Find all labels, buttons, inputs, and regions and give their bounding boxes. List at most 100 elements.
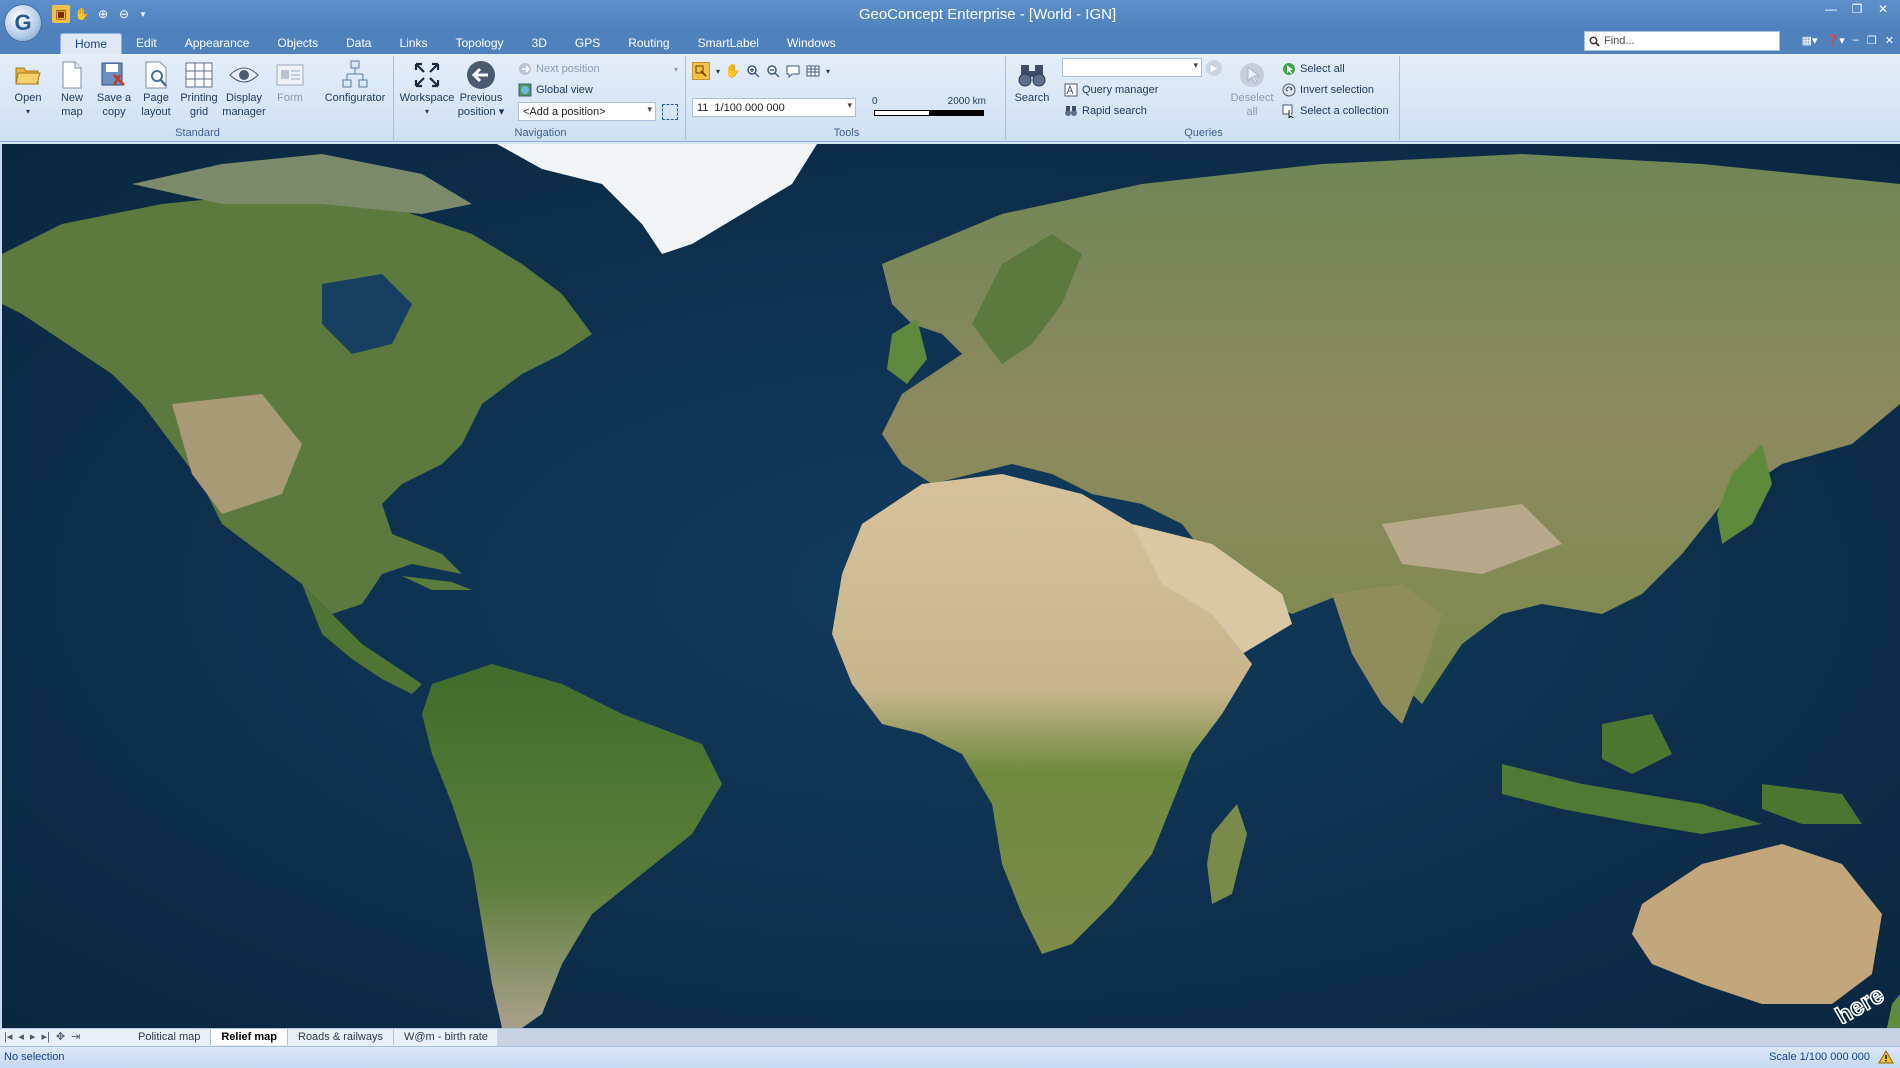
doc-minimize-icon[interactable]: – — [1853, 34, 1859, 47]
deselect-all-label-2: all — [1246, 106, 1258, 118]
new-map-button[interactable]: New map — [50, 60, 94, 118]
pan-hand-icon[interactable]: ✋ — [725, 63, 741, 78]
search-icon — [1589, 36, 1600, 47]
sheet-roads-railways[interactable]: Roads & railways — [288, 1029, 394, 1045]
group-label-queries: Queries — [1184, 127, 1223, 139]
open-button[interactable]: Open ▾ — [6, 60, 50, 118]
run-query-icon[interactable]: ▶ — [1206, 60, 1222, 76]
workspace-button[interactable]: Workspace ▾ — [400, 60, 454, 118]
invert-selection-icon — [1282, 83, 1296, 97]
window-title: GeoConcept Enterprise - [World - IGN] — [858, 6, 1117, 23]
ribbon: Open ▾ New map Save a copy Page layout P… — [0, 54, 1900, 142]
next-sheet-icon[interactable]: ▸ — [30, 1030, 36, 1043]
tab-links[interactable]: Links — [385, 33, 441, 55]
sheet-relief-map[interactable]: Relief map — [211, 1029, 288, 1045]
tab-gps[interactable]: GPS — [561, 33, 614, 55]
query-manager-button[interactable]: Query manager — [1064, 81, 1158, 99]
sheet-scroll-area[interactable] — [497, 1029, 1900, 1046]
select-dropdown-icon[interactable]: ▾ — [716, 67, 720, 76]
doc-restore-icon[interactable]: ❐ — [1867, 34, 1877, 47]
scalebar-graphic — [874, 110, 984, 116]
doc-close-icon[interactable]: ✕ — [1885, 34, 1894, 47]
warning-icon[interactable] — [1878, 1050, 1894, 1064]
tab-appearance[interactable]: Appearance — [171, 33, 264, 55]
select-tool-icon[interactable] — [692, 62, 710, 80]
zoom-out-icon[interactable] — [766, 64, 780, 78]
select-all-button[interactable]: Select all — [1282, 60, 1345, 78]
table-dropdown-icon[interactable]: ▾ — [826, 67, 830, 76]
tab-routing[interactable]: Routing — [614, 33, 683, 55]
restore-icon[interactable]: ❐ — [1848, 2, 1866, 16]
window-controls: — ❐ ✕ — [1822, 2, 1892, 16]
title-bar: ▣ ✋ ⊕ ⊖ ▾ GeoConcept Enterprise - [World… — [0, 0, 1900, 30]
previous-position-label-text: position — [457, 106, 496, 118]
layout-options-icon[interactable]: ▦▾ — [1802, 34, 1818, 47]
last-sheet-icon[interactable]: ▸| — [41, 1030, 49, 1043]
save-copy-button[interactable]: Save a copy — [92, 60, 136, 118]
sheet-tools-icon[interactable]: ✥ — [56, 1030, 65, 1043]
next-position-button[interactable]: Next position ▾ — [518, 60, 678, 78]
world-map[interactable] — [2, 144, 1900, 1028]
page-layout-button[interactable]: Page layout — [134, 60, 178, 118]
printing-grid-label-2: grid — [189, 106, 209, 118]
tab-objects[interactable]: Objects — [263, 33, 332, 55]
global-view-button[interactable]: Global view — [518, 81, 593, 99]
query-manager-label: Query manager — [1082, 84, 1159, 96]
save-copy-icon — [99, 60, 129, 90]
form-button[interactable]: Form — [268, 60, 312, 104]
configurator-button[interactable]: Configurator — [324, 60, 386, 104]
scale-combo[interactable]: 11 1/100 000 000 ▾ — [692, 98, 856, 117]
rapid-search-label: Rapid search — [1082, 105, 1147, 117]
previous-position-button[interactable]: Previous position ▾ — [456, 60, 506, 118]
tab-edit[interactable]: Edit — [122, 33, 171, 55]
group-queries: Search ▾ ▶ Query manager Rapid search De… — [1008, 56, 1400, 140]
map-view[interactable]: here — [0, 144, 1900, 1028]
printing-grid-button[interactable]: Printing grid — [177, 60, 221, 118]
application-button[interactable]: G — [4, 4, 42, 42]
close-icon[interactable]: ✕ — [1874, 2, 1892, 16]
tab-data[interactable]: Data — [332, 33, 385, 55]
next-position-dropdown-icon[interactable]: ▾ — [674, 65, 678, 74]
find-placeholder: Find... — [1604, 35, 1635, 47]
zoom-in-icon[interactable] — [746, 64, 760, 78]
zoom-extent-icon[interactable] — [662, 104, 678, 120]
rapid-search-button[interactable]: Rapid search — [1064, 102, 1147, 120]
invert-selection-label: Invert selection — [1300, 84, 1374, 96]
printing-grid-label-1: Printing — [180, 92, 218, 104]
save-copy-label-1: Save a — [96, 92, 132, 104]
new-map-label-2: map — [61, 106, 83, 118]
tab-topology[interactable]: Topology — [441, 33, 517, 55]
tab-windows[interactable]: Windows — [773, 33, 850, 55]
minimize-icon[interactable]: — — [1822, 2, 1840, 16]
tab-home[interactable]: Home — [60, 33, 123, 55]
open-dropdown-icon[interactable]: ▾ — [26, 106, 30, 118]
display-manager-button[interactable]: Display manager — [222, 60, 266, 118]
position-combo[interactable]: <Add a position> ▾ — [518, 102, 656, 121]
tooltip-icon[interactable] — [786, 64, 800, 78]
sheet-political-map[interactable]: Political map — [128, 1029, 212, 1045]
tab-smartlabel[interactable]: SmartLabel — [684, 33, 773, 55]
tab-3d[interactable]: 3D — [518, 33, 561, 55]
invert-selection-button[interactable]: Invert selection — [1282, 81, 1374, 99]
app-logo-icon: G — [14, 10, 32, 35]
group-standard: Open ▾ New map Save a copy Page layout P… — [2, 56, 394, 140]
sheet-add-icon[interactable]: ⇥ — [71, 1030, 80, 1043]
deselect-all-button[interactable]: Deselect all — [1230, 60, 1274, 118]
folder-open-icon — [13, 60, 43, 90]
workspace-dropdown-icon[interactable]: ▾ — [425, 106, 429, 118]
group-label-standard: Standard — [175, 127, 220, 139]
select-collection-button[interactable]: Select a collection — [1282, 102, 1389, 120]
selection-status: No selection — [4, 1051, 65, 1063]
printing-grid-icon — [184, 60, 214, 90]
back-arrow-icon — [466, 60, 496, 90]
first-sheet-icon[interactable]: |◂ — [4, 1030, 12, 1043]
tools-toolbar: ▾ ✋ ▾ — [692, 62, 830, 80]
table-icon[interactable] — [806, 64, 820, 78]
previous-sheet-icon[interactable]: ◂ — [18, 1030, 24, 1043]
find-search-box[interactable]: Find... — [1584, 31, 1780, 51]
query-combo[interactable]: ▾ — [1062, 58, 1202, 77]
search-button[interactable]: Search — [1012, 60, 1052, 104]
help-icon[interactable]: ❓▾ — [1826, 34, 1845, 47]
sheet-birth-rate[interactable]: W@m - birth rate — [394, 1029, 499, 1045]
rapid-search-icon — [1064, 104, 1078, 118]
